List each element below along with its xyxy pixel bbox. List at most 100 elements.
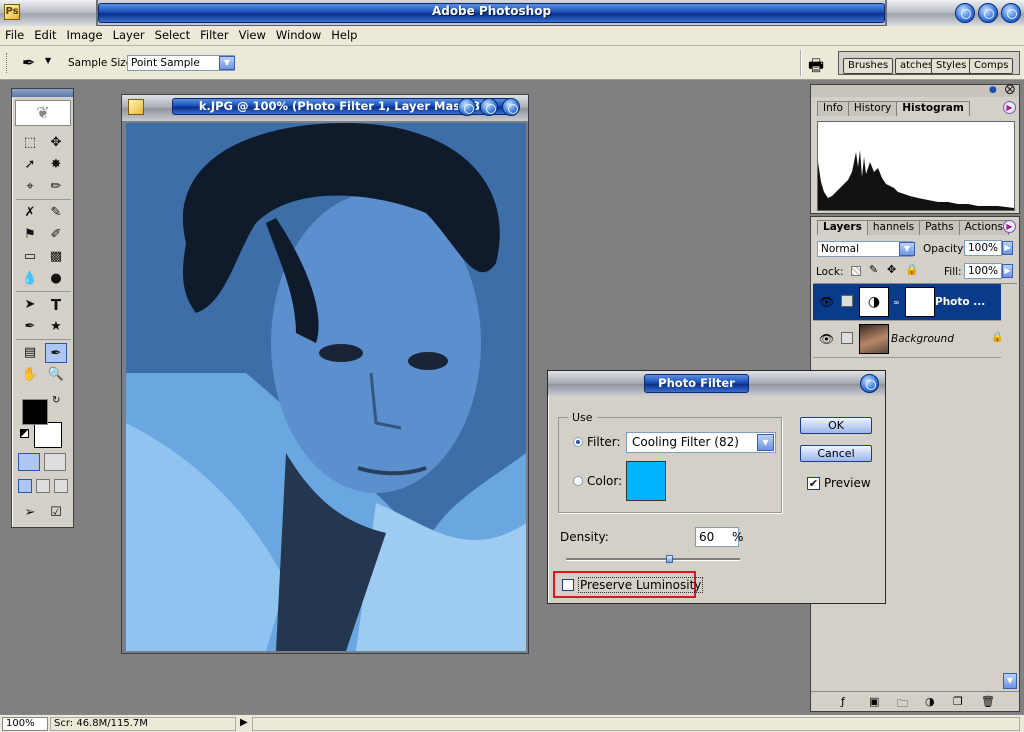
quick-mask-mode-icon[interactable]: [44, 453, 66, 471]
status-menu-arrow-icon[interactable]: ▶: [240, 717, 248, 728]
edit-in-imageready-icon[interactable]: ☑: [45, 503, 67, 523]
layer-visibility-eye-icon[interactable]: 👁: [819, 295, 834, 309]
document-maximize-button[interactable]: [480, 98, 498, 116]
layer-mask-link-icon[interactable]: ∞: [893, 298, 900, 307]
magic-wand-tool-icon[interactable]: ✸: [45, 155, 67, 175]
layers-menu-icon[interactable]: ▶: [1003, 220, 1016, 233]
background-color-swatch[interactable]: [34, 422, 62, 448]
new-adjustment-layer-icon[interactable]: ◑: [925, 695, 935, 708]
palette-well-comps[interactable]: Comps: [969, 58, 1014, 74]
background-layer-thumbnail[interactable]: [859, 324, 889, 354]
healing-brush-tool-icon[interactable]: ✗: [19, 203, 41, 223]
layers-scroll-down-icon[interactable]: ▼: [1003, 673, 1017, 689]
toolbox-title-bar[interactable]: [12, 89, 73, 97]
layer-link-icon[interactable]: [841, 332, 853, 344]
menu-window[interactable]: Window: [271, 26, 326, 42]
tab-actions[interactable]: Actions: [958, 220, 1010, 235]
menu-layer[interactable]: Layer: [108, 26, 150, 42]
preserve-luminosity-checkbox[interactable]: [562, 579, 574, 591]
color-radio[interactable]: [573, 476, 583, 486]
palette-well-styles[interactable]: Styles: [931, 58, 972, 74]
filter-select[interactable]: Cooling Filter (82): [626, 432, 776, 453]
menu-image[interactable]: Image: [62, 26, 108, 42]
document-minimize-button[interactable]: [458, 98, 476, 116]
close-button[interactable]: [1001, 3, 1021, 23]
fill-field[interactable]: 100%: [964, 263, 1002, 279]
lasso-tool-icon[interactable]: ➚: [19, 155, 41, 175]
standard-screen-mode-icon[interactable]: [18, 479, 32, 493]
add-mask-icon[interactable]: ▣: [869, 695, 879, 708]
tab-info[interactable]: Info: [817, 101, 849, 116]
full-screen-mode-icon[interactable]: [54, 479, 68, 493]
eraser-tool-icon[interactable]: ▭: [19, 247, 41, 267]
notes-tool-icon[interactable]: ▤: [19, 343, 41, 363]
ok-button[interactable]: OK: [800, 417, 872, 434]
default-colors-icon[interactable]: [20, 429, 29, 438]
crop-tool-icon[interactable]: ⌖: [19, 177, 41, 197]
tool-preset-chevron-icon[interactable]: ▼: [45, 56, 51, 65]
menu-filter[interactable]: Filter: [195, 26, 233, 42]
brush-tool-icon[interactable]: ✎: [45, 203, 67, 223]
feather-logo-icon[interactable]: ❦: [15, 100, 71, 126]
delete-layer-icon[interactable]: 🗑: [981, 695, 995, 708]
color-swatch[interactable]: [626, 461, 666, 501]
dialog-close-button[interactable]: [860, 374, 879, 393]
tab-histogram[interactable]: Histogram: [896, 101, 970, 116]
opacity-slider-button[interactable]: ▶: [1002, 241, 1013, 255]
blend-mode-dropdown-icon[interactable]: ▼: [899, 242, 915, 256]
file-browser-icon[interactable]: 🖶: [808, 53, 824, 82]
dialog-title-bar[interactable]: Photo Filter: [548, 371, 885, 396]
document-window[interactable]: k.JPG @ 100% (Photo Filter 1, Layer Mask…: [121, 94, 529, 654]
gradient-tool-icon[interactable]: ▩: [45, 247, 67, 267]
new-layer-icon[interactable]: ❐: [953, 695, 963, 708]
menu-view[interactable]: View: [234, 26, 271, 42]
path-selection-tool-icon[interactable]: ➤: [19, 295, 41, 315]
lock-position-icon[interactable]: ✥: [887, 263, 896, 276]
eyedropper-icon[interactable]: ✒: [22, 53, 35, 72]
filter-radio[interactable]: [573, 437, 583, 447]
photoshop-app-icon[interactable]: Ps: [4, 4, 20, 20]
layer-style-icon[interactable]: ƒ: [841, 695, 845, 708]
pen-tool-icon[interactable]: ✒: [19, 317, 41, 337]
palette-collapse-icon[interactable]: ●: [989, 85, 997, 95]
preview-checkbox[interactable]: ✔: [807, 477, 820, 490]
tab-channels[interactable]: hannels: [866, 220, 921, 235]
slice-tool-icon[interactable]: ✏: [45, 177, 67, 197]
palette-well-brushes[interactable]: Brushes: [843, 58, 894, 74]
app-title-bar[interactable]: Ps Adobe Photoshop: [0, 0, 1024, 26]
fill-slider-button[interactable]: ▶: [1002, 264, 1013, 278]
maximize-button[interactable]: [978, 3, 998, 23]
minimize-button[interactable]: [955, 3, 975, 23]
menu-edit[interactable]: Edit: [29, 26, 61, 42]
jump-to-imageready-icon[interactable]: ➢: [19, 503, 41, 523]
layer-name[interactable]: Photo ...: [935, 296, 985, 308]
menu-select[interactable]: Select: [150, 26, 195, 42]
menu-help[interactable]: Help: [326, 26, 362, 42]
eyedropper-tool-icon[interactable]: ✒: [45, 343, 67, 363]
sample-size-dropdown-icon[interactable]: ▼: [219, 56, 235, 70]
zoom-level-field[interactable]: 100%: [2, 717, 48, 731]
lock-pixels-icon[interactable]: ✎: [869, 263, 878, 276]
layer-row-photo-filter[interactable]: 👁 ◑ ∞ Photo ...: [813, 284, 1001, 321]
layer-visibility-eye-icon[interactable]: 👁: [819, 332, 834, 346]
history-brush-tool-icon[interactable]: ✐: [45, 225, 67, 245]
preserve-luminosity-label[interactable]: Preserve Luminosity: [578, 577, 704, 593]
standard-mode-icon[interactable]: [18, 453, 40, 471]
hand-tool-icon[interactable]: ✋: [19, 365, 41, 385]
layer-mask-thumbnail[interactable]: [905, 287, 935, 317]
move-tool-icon[interactable]: ✥: [45, 133, 67, 153]
marquee-tool-icon[interactable]: ⬚: [19, 133, 41, 153]
blur-tool-icon[interactable]: 💧: [19, 269, 41, 289]
tab-layers[interactable]: Layers: [817, 220, 868, 235]
palette-close-icon[interactable]: ⨂: [1005, 84, 1015, 95]
filter-dropdown-icon[interactable]: ▼: [757, 434, 774, 451]
density-slider-track[interactable]: [566, 558, 740, 561]
custom-shape-tool-icon[interactable]: ★: [45, 317, 67, 337]
document-title-bar[interactable]: k.JPG @ 100% (Photo Filter 1, Layer Mask…: [122, 95, 528, 121]
opacity-field[interactable]: 100%: [964, 240, 1002, 256]
foreground-color-swatch[interactable]: [22, 399, 48, 425]
lock-transparency-icon[interactable]: [851, 266, 861, 276]
zoom-tool-icon[interactable]: 🔍: [45, 365, 67, 385]
document-icon[interactable]: [128, 99, 144, 115]
document-close-button[interactable]: [502, 98, 520, 116]
